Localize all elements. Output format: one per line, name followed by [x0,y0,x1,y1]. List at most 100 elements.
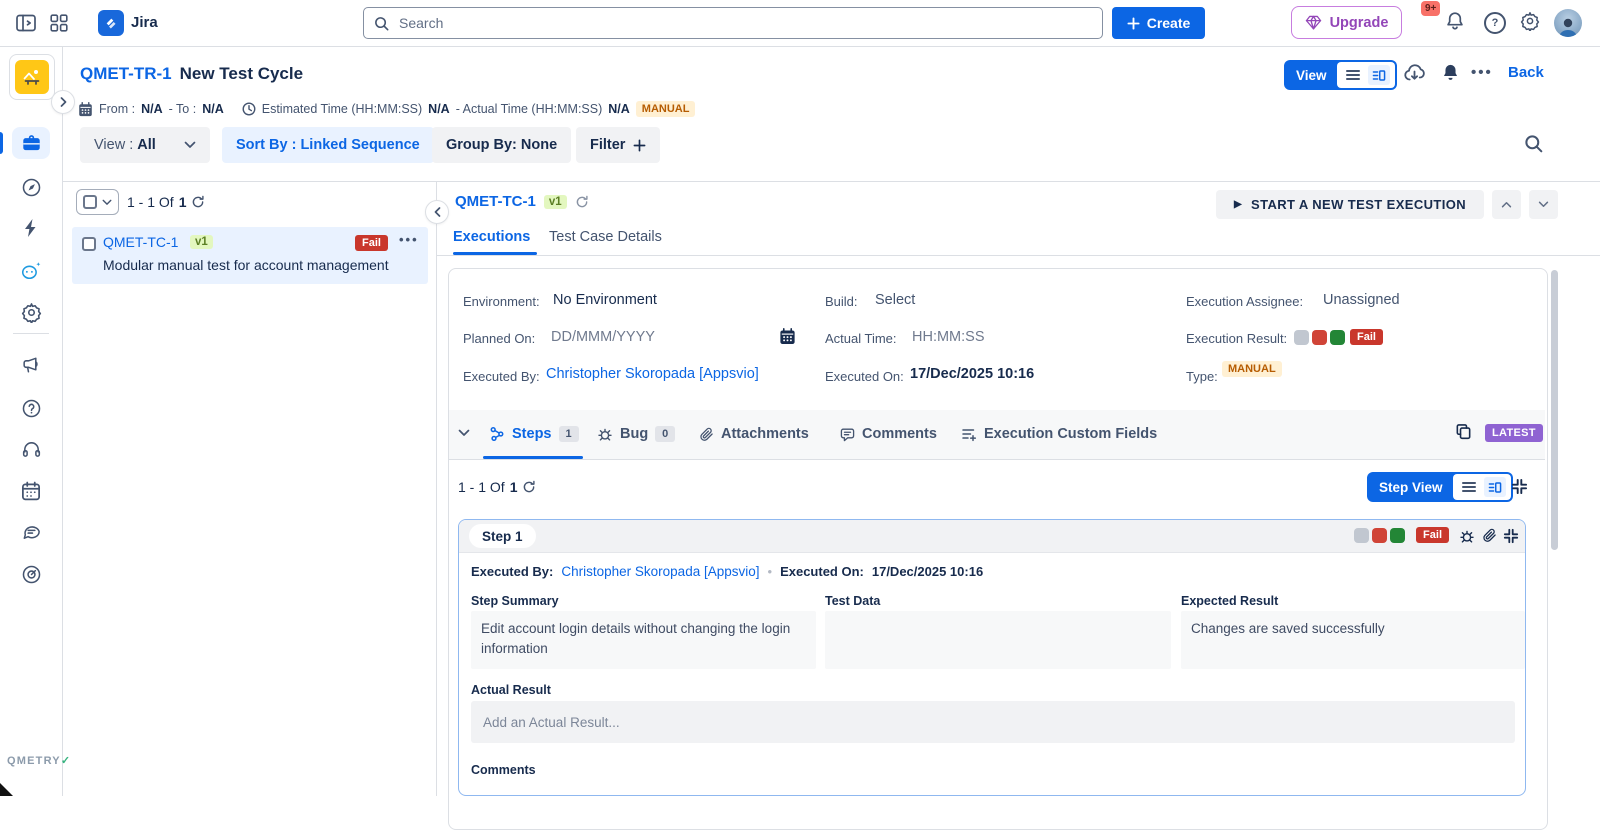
tab-execution-custom-fields[interactable]: Execution Custom Fields [961,426,1157,442]
tab-bug[interactable]: Bug 0 [597,426,676,442]
actual-time-value[interactable]: HH:MM:SS [912,329,985,345]
next-execution-button[interactable] [1529,190,1558,219]
announcements-megaphone-icon[interactable] [20,354,42,376]
executed-by-value[interactable]: Christopher Skoropada [Appsvio] [546,366,759,382]
corner-logo [0,783,13,796]
work-items-icon[interactable] [20,132,42,154]
paperclip-icon [699,427,714,442]
step-detail-view-icon[interactable] [1483,477,1506,497]
automation-bolt-icon[interactable] [20,217,42,239]
step-pass-swatch[interactable] [1390,528,1405,543]
filter-button[interactable]: Filter [576,127,661,163]
row-more-actions-icon[interactable]: ••• [399,232,419,247]
executed-on-value: 17/Dec/2025 10:16 [910,366,1035,382]
project-avatar[interactable] [9,54,55,100]
step-collapse-icon[interactable] [1503,528,1519,544]
test-cycle-key[interactable]: QMET-TR-1 [80,64,172,84]
actual-result-input[interactable] [471,701,1515,743]
tab-attachments[interactable]: Attachments [699,426,809,442]
collapse-list-handle[interactable] [425,200,449,224]
create-button[interactable]: Create [1112,7,1205,39]
tab-executions[interactable]: Executions [453,229,530,245]
chevron-right-icon [60,97,66,107]
discovery-compass-icon[interactable] [20,176,42,198]
refresh-icon[interactable] [522,480,536,494]
actual-time-value: N/A [608,102,630,116]
step-fail-swatch[interactable] [1372,528,1387,543]
collapse-section-chevron-icon[interactable] [458,429,470,437]
list-view-icon[interactable] [1342,65,1364,85]
help-question-icon[interactable] [20,397,42,419]
clock-icon [242,102,256,116]
step-bug-icon[interactable] [1459,528,1475,544]
environment-value[interactable]: No Environment [553,292,657,308]
test-case-key-link[interactable]: QMET-TC-1 [103,234,178,250]
sidebar-toggle-icon[interactable] [16,14,36,32]
actual-time-label: - Actual Time (HH:MM:SS) [455,102,603,116]
sort-by-button[interactable]: Sort By : Linked Sequence [222,127,434,163]
settings-gear-sidebar-icon[interactable] [20,301,42,323]
estimated-time-label: Estimated Time (HH:MM:SS) [261,102,423,116]
result-fail-swatch[interactable] [1312,330,1327,345]
previous-execution-button[interactable] [1492,190,1521,219]
chevron-down-icon [102,199,112,205]
step-executed-by-value[interactable]: Christopher Skoropada [Appsvio] [561,564,759,579]
jira-logo[interactable] [98,10,124,36]
test-case-key[interactable]: QMET-TC-1 [455,193,536,210]
detail-view-icon[interactable] [1367,65,1390,85]
watch-bell-icon[interactable] [1441,63,1460,82]
goals-target-icon[interactable] [20,563,42,585]
cloud-download-icon[interactable] [1402,61,1427,85]
refresh-icon[interactable] [191,195,205,209]
notifications-bell-icon[interactable] [1445,11,1465,31]
select-all-control[interactable] [76,189,119,215]
panel-search-icon[interactable] [1524,134,1543,153]
tab-steps[interactable]: Steps 1 [489,426,579,442]
settings-gear-icon[interactable] [1520,11,1540,31]
more-actions-icon[interactable]: ••• [1471,64,1493,81]
build-value[interactable]: Select [875,292,915,308]
assignee-value[interactable]: Unassigned [1323,292,1400,308]
step-view-toggle[interactable]: Step View [1367,472,1513,502]
panel-divider [436,182,437,796]
planned-on-value[interactable]: DD/MMM/YYYY [551,329,655,345]
tab-test-case-details[interactable]: Test Case Details [549,229,662,245]
step-list-view-icon[interactable] [1458,477,1480,497]
start-execution-button[interactable]: ▶ START A NEW TEST EXECUTION [1216,190,1484,219]
upgrade-button[interactable]: Upgrade [1291,6,1402,39]
search-icon [374,16,389,31]
copy-icon[interactable] [1455,423,1472,440]
help-icon[interactable]: ? [1484,12,1506,34]
support-headset-icon[interactable] [20,438,42,460]
calendar-sidebar-icon[interactable] [20,480,42,502]
vertical-scrollbar[interactable] [1551,270,1558,550]
view-filter-value: All [137,137,156,153]
select-all-checkbox[interactable] [83,195,97,209]
feedback-chat-icon[interactable] [20,521,42,543]
sidebar-expand-handle[interactable] [51,90,75,114]
collapse-all-icon[interactable] [1511,478,1528,495]
global-search[interactable] [363,7,1103,39]
search-input[interactable] [397,14,1092,32]
refresh-icon[interactable] [575,195,589,209]
view-filter-dropdown[interactable]: View : All [80,127,210,163]
test-case-list-item[interactable]: QMET-TC-1 v1 Fail ••• Modular manual tes… [72,227,428,284]
result-not-executed-swatch[interactable] [1294,330,1309,345]
execution-panel-header: QMET-TC-1 v1 [455,193,589,210]
date-picker-icon[interactable] [779,328,796,345]
active-section-underline [483,456,583,459]
app-switcher-icon[interactable] [50,14,68,32]
tab-comments[interactable]: Comments [840,426,937,442]
step-not-executed-swatch[interactable] [1354,528,1369,543]
result-pass-swatch[interactable] [1330,330,1345,345]
group-by-button[interactable]: Group By: None [432,127,572,163]
view-toggle[interactable]: View [1284,60,1397,90]
user-avatar[interactable] [1554,9,1582,37]
assistant-bot-icon[interactable] [20,259,42,281]
execution-result-badge[interactable]: Fail [1350,329,1383,345]
back-link[interactable]: Back [1508,64,1544,81]
plus-icon [634,139,646,151]
step-attachment-icon[interactable] [1482,528,1497,543]
test-case-checkbox[interactable] [82,237,96,251]
step-status-badge[interactable]: Fail [1416,527,1449,543]
